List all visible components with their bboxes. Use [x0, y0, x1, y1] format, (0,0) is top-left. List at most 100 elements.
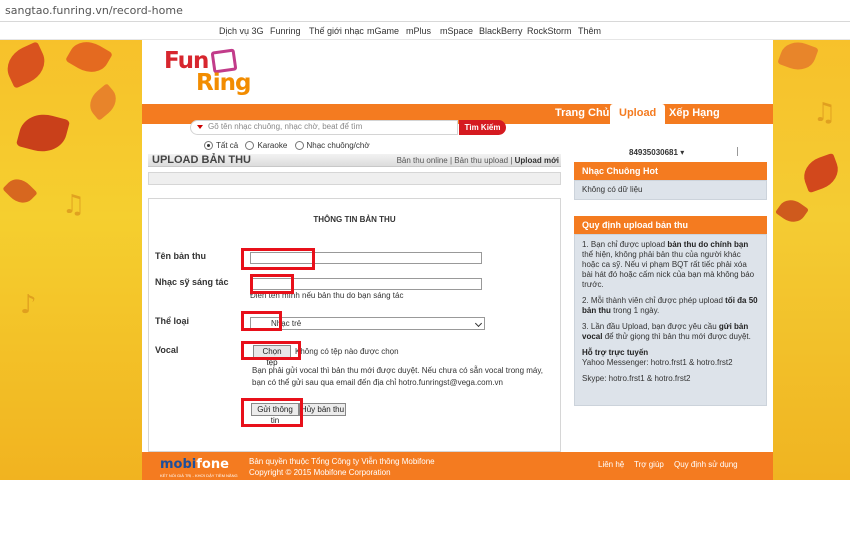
footer-link-help[interactable]: Trợ giúp: [634, 460, 664, 469]
filter-karaoke-radio[interactable]: Karaoke: [245, 141, 288, 151]
footer-copyright: Bản quyền thuộc Tổng Công ty Viễn thông …: [249, 456, 435, 478]
url-text[interactable]: sangtao.funring.vn/record-home: [5, 4, 183, 17]
footer-link-terms[interactable]: Quy định sử dụng: [674, 460, 738, 469]
highlight-box: [241, 398, 303, 427]
filter-ringtone-radio[interactable]: Nhạc chuông/chờ: [294, 141, 370, 151]
highlight-box: [241, 311, 282, 331]
maple-leaf-icon: [0, 41, 52, 89]
vocal-notice: Bạn phải gửi vocal thì bản thu mới được …: [252, 366, 544, 387]
filter-karaoke-label: Karaoke: [257, 141, 288, 151]
topnav-item-music-world[interactable]: Thế giới nhạc: [309, 26, 364, 36]
hot-ringtones-body: Không có dữ liệu: [574, 180, 767, 200]
tab-upload[interactable]: Upload: [610, 104, 666, 126]
logo-fone: fone: [196, 457, 229, 472]
radio-icon: [245, 141, 255, 151]
support-title: Hỗ trợ trực tuyến: [582, 348, 649, 357]
rule-2: 2. Mỗi thành viên chỉ được phép upload t…: [582, 296, 759, 316]
filter-ringtone-label: Nhạc chuông/chờ: [306, 141, 370, 151]
link-newest-uploads[interactable]: Upload mới: [515, 156, 559, 165]
topnav-item-funring[interactable]: Funring: [270, 26, 301, 36]
rule-1-text: 1. Bạn chỉ được upload: [582, 240, 668, 249]
caret-down-icon[interactable]: [197, 125, 203, 129]
logo-mobi: mobi: [160, 457, 197, 472]
maple-leaf-icon: [798, 152, 844, 194]
account-dropdown[interactable]: 84935030681 ▾: [629, 148, 684, 157]
funring-logo[interactable]: Fun Ring: [164, 48, 256, 102]
topnav-item-3g[interactable]: Dịch vụ 3G: [219, 26, 264, 36]
rule-3: 3. Lần đầu Upload, bạn được yêu cầu gửi …: [582, 322, 759, 342]
copyright-line-1: Bản quyền thuộc Tổng Công ty Viễn thông …: [249, 457, 435, 466]
left-autumn-decoration: ♫ ♪: [0, 40, 142, 480]
account-phone: 84935030681: [629, 148, 678, 157]
top-navigation: Dịch vụ 3G Funring Thế giới nhạc mGame m…: [0, 22, 850, 40]
maple-leaf-icon: [15, 108, 71, 158]
highlight-box: [250, 274, 294, 294]
copyright-line-2: Copyright © 2015 Mobifone Corporation: [249, 468, 391, 477]
search-filter-group: Tất cả Karaoke Nhạc chuông/chờ: [204, 141, 375, 155]
support-yahoo: Yahoo Messenger: hotro.frst1 & hotro.frs…: [582, 358, 733, 367]
caret-down-icon: ▾: [680, 148, 685, 157]
genre-label: Thể loại: [155, 316, 190, 326]
search-button[interactable]: Tìm Kiếm: [459, 120, 506, 135]
upload-section-header: UPLOAD BẢN THU Bản thu online | Bản thu …: [148, 154, 561, 167]
title-label: Tên bản thu: [155, 251, 206, 261]
divider: [737, 147, 738, 156]
support-skype: Skype: hotro.frst1 & hotro.frst2: [582, 374, 691, 383]
link-uploaded-recordings[interactable]: Bản thu upload: [454, 156, 508, 165]
maple-leaf-icon: [775, 194, 809, 228]
mobifone-logo[interactable]: mobifone: [160, 457, 229, 472]
highlight-box: [241, 248, 315, 270]
maple-leaf-icon: [65, 40, 113, 80]
file-status: Không có tệp nào được chọn: [295, 347, 399, 356]
main-content: Fun Ring Trang Chủ Upload Xếp Hạng Gõ tê…: [142, 40, 773, 480]
topnav-item-more[interactable]: Thêm: [578, 26, 601, 36]
search-placeholder: Gõ tên nhạc chuông, nhạc chờ, beat để tì…: [208, 122, 363, 131]
tab-ranking[interactable]: Xếp Hạng: [669, 107, 720, 119]
hot-ringtones-header: Nhạc Chuông Hot: [574, 162, 767, 180]
rule-1-text-rest: thể hiện, không phải bản thu của người k…: [582, 250, 755, 289]
footer: mobifone KẾT NỐI GIÁ TRỊ - KHƠI DẬY TIỀM…: [142, 452, 773, 480]
form-heading: THÔNG TIN BẢN THU: [313, 215, 396, 224]
maple-leaf-icon: [777, 40, 819, 75]
topnav-item-mplus[interactable]: mPlus: [406, 26, 431, 36]
rule-3-text: 3. Lần đầu Upload, bạn được yêu cầu: [582, 322, 719, 331]
topnav-item-blackberry[interactable]: BlackBerry: [479, 26, 523, 36]
rule-2-text: 2. Mỗi thành viên chỉ được phép upload: [582, 296, 726, 305]
section-strip: [148, 172, 561, 185]
genre-select[interactable]: Nhạc trẻ: [250, 317, 485, 330]
browser-address-bar[interactable]: sangtao.funring.vn/record-home: [0, 0, 850, 22]
section-sublinks: Bản thu online | Bản thu upload | Upload…: [397, 156, 559, 165]
topnav-item-mspace[interactable]: mSpace: [440, 26, 473, 36]
recording-info-form: THÔNG TIN BẢN THU Tên bản thu Nhạc sỹ sá…: [148, 198, 561, 452]
music-note-icon: ♪: [20, 290, 37, 320]
music-note-icon: ♫: [62, 190, 86, 220]
vocal-label: Vocal: [155, 345, 179, 355]
chevron-down-icon: [474, 319, 483, 328]
filter-all-radio[interactable]: Tất cả: [204, 141, 239, 151]
hot-ringtones-empty: Không có dữ liệu: [582, 185, 643, 194]
tab-home[interactable]: Trang Chủ: [555, 107, 609, 119]
rule-1-emphasis: bản thu do chính bạn: [667, 240, 749, 249]
highlight-box: [241, 341, 301, 360]
topnav-item-rockstorm[interactable]: RockStorm: [527, 26, 572, 36]
page-title: UPLOAD BẢN THU: [152, 154, 251, 166]
composer-label: Nhạc sỹ sáng tác: [155, 277, 229, 287]
maple-leaf-icon: [2, 173, 38, 209]
footer-link-contact[interactable]: Liên hệ: [598, 460, 624, 469]
footer-tagline: KẾT NỐI GIÁ TRỊ - KHƠI DẬY TIỀM NĂNG: [160, 473, 238, 478]
rule-3-text-rest: để thử giọng thì bản thu mới được duyệt.: [602, 332, 751, 341]
radio-icon: [294, 141, 304, 151]
rule-1: 1. Bạn chỉ được upload bản thu do chính …: [582, 240, 759, 290]
filter-all-label: Tất cả: [216, 141, 239, 151]
topnav-item-mgame[interactable]: mGame: [367, 26, 399, 36]
maple-leaf-icon: [83, 83, 123, 121]
cancel-recording-button[interactable]: Hủy bản thu: [299, 403, 346, 416]
rules-header: Quy định upload bản thu: [574, 216, 767, 234]
link-online-recordings[interactable]: Bản thu online: [397, 156, 448, 165]
music-note-icon: ♫: [813, 98, 837, 128]
logo-text-ring: Ring: [196, 70, 251, 96]
radio-selected-icon: [204, 141, 213, 151]
rule-2-text-rest: trong 1 ngày.: [610, 306, 660, 315]
right-autumn-decoration: ♫: [773, 40, 850, 480]
search-input[interactable]: Gõ tên nhạc chuông, nhạc chờ, beat để tì…: [190, 120, 458, 135]
